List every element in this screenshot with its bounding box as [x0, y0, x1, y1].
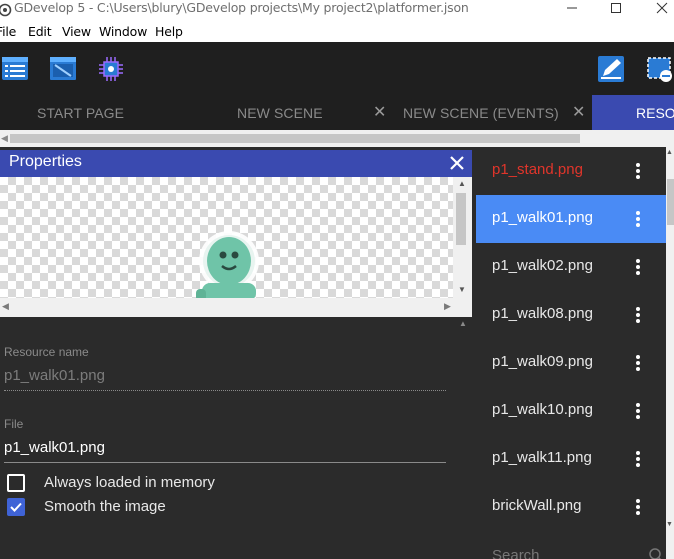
resource-item-name: p1_walk01.png: [492, 209, 593, 226]
properties-title: Properties: [9, 153, 82, 170]
resource-item-name: p1_walk10.png: [492, 401, 593, 418]
resource-item-name: p1_stand.png: [492, 161, 583, 178]
properties-scroll-up-icon[interactable]: ▲: [459, 319, 467, 328]
menu-file[interactable]: File: [0, 24, 16, 39]
instances-icon: [647, 57, 672, 82]
preview-scroll-right-icon[interactable]: ▶: [444, 301, 451, 312]
resource-name-label: Resource name: [4, 345, 89, 359]
list-item[interactable]: p1_walk10.png: [476, 387, 666, 435]
project-manager-icon: [2, 57, 28, 80]
project-manager-button[interactable]: [1, 54, 31, 84]
smooth-image-checkbox[interactable]: [7, 498, 25, 516]
more-options-icon[interactable]: [631, 449, 645, 469]
minimize-button[interactable]: [550, 0, 594, 16]
list-item[interactable]: p1_walk02.png: [476, 243, 666, 291]
scene-editor-button[interactable]: [49, 54, 79, 84]
resource-fields: Resource name p1_walk01.png File p1_walk…: [0, 317, 454, 559]
more-options-icon[interactable]: [631, 257, 645, 277]
smooth-image-label[interactable]: Smooth the image: [44, 498, 166, 515]
more-options-icon[interactable]: [631, 209, 645, 229]
file-underline: [4, 462, 446, 463]
title-bar: GDevelop 5 - C:\Users\blury\GDevelop pro…: [0, 0, 674, 22]
properties-panel: Properties ▲ ▼ ◀ ▶ Resource name p1_walk…: [0, 147, 472, 559]
close-tab-events-icon[interactable]: ✕: [572, 95, 585, 130]
resources-scroll-down-icon[interactable]: ▼: [666, 521, 673, 528]
close-properties-icon[interactable]: [446, 152, 468, 174]
image-preview: ▲ ▼ ◀ ▶: [0, 177, 472, 317]
menu-bar: File Edit View Window Help: [0, 22, 674, 42]
debugger-button[interactable]: [96, 54, 126, 84]
more-options-icon[interactable]: [631, 161, 645, 181]
search-input[interactable]: Search: [492, 547, 540, 559]
preview-scroll-left-icon[interactable]: ◀: [2, 301, 9, 312]
list-item[interactable]: p1_walk11.png: [476, 435, 666, 483]
close-tab-new-scene-icon[interactable]: ✕: [373, 95, 386, 130]
window-title: GDevelop 5 - C:\Users\blury\GDevelop pro…: [14, 0, 469, 15]
scene-editor-icon: [50, 57, 76, 80]
preview-canvas[interactable]: [0, 177, 453, 298]
list-item[interactable]: p1_walk08.png: [476, 291, 666, 339]
properties-header: Properties: [0, 150, 472, 177]
resource-name-underline: [4, 390, 446, 391]
menu-help[interactable]: Help: [155, 24, 183, 39]
resource-item-name: p1_walk08.png: [492, 305, 593, 322]
close-icon: [656, 2, 668, 14]
preview-vertical-scrollbar-thumb[interactable]: [456, 193, 466, 245]
always-loaded-label[interactable]: Always loaded in memory: [44, 474, 215, 491]
more-options-icon[interactable]: [631, 401, 645, 421]
tab-start-page[interactable]: START PAGE: [37, 95, 124, 130]
menu-window[interactable]: Window: [99, 24, 147, 39]
list-item[interactable]: p1_walk09.png: [476, 339, 666, 387]
minimize-icon: [567, 7, 577, 9]
close-window-button[interactable]: [640, 0, 674, 16]
maximize-icon: [611, 3, 621, 13]
resources-list: p1_stand.png p1_walk01.png p1_walk02.png…: [476, 147, 666, 559]
tabs-horizontal-scrollbar[interactable]: ◀: [0, 130, 674, 147]
resources-scroll-up-icon[interactable]: ▲: [666, 149, 673, 156]
tab-resources-label: RESO: [636, 105, 674, 121]
preview-scroll-down-icon[interactable]: ▼: [458, 285, 466, 294]
resource-item-name: p1_walk02.png: [492, 257, 593, 274]
menu-edit[interactable]: Edit: [28, 24, 52, 39]
resources-scrollbar-thumb[interactable]: [667, 179, 674, 225]
checkmark-icon: [10, 502, 22, 512]
gdevelop-app-icon: [0, 3, 12, 17]
resource-item-name: p1_walk11.png: [492, 449, 592, 466]
debugger-icon: [99, 57, 123, 81]
more-options-icon[interactable]: [631, 305, 645, 325]
tab-resources[interactable]: RESO: [592, 95, 674, 130]
scroll-left-arrow-icon[interactable]: ◀: [1, 133, 8, 144]
list-item[interactable]: p1_stand.png: [476, 147, 666, 195]
maximize-button[interactable]: [594, 0, 638, 16]
resources-vertical-scrollbar[interactable]: ▲ ▼: [666, 147, 674, 559]
more-options-icon[interactable]: [631, 353, 645, 373]
list-item[interactable]: brickWall.png: [476, 483, 666, 531]
scrollbar-thumb[interactable]: [10, 134, 580, 143]
tab-new-scene[interactable]: NEW SCENE: [237, 95, 323, 130]
menu-view[interactable]: View: [62, 24, 91, 39]
main-toolbar: [0, 42, 674, 95]
search-icon[interactable]: [648, 547, 664, 559]
file-label: File: [4, 417, 24, 431]
properties-vertical-scrollbar[interactable]: ▲: [456, 317, 472, 559]
instances-button[interactable]: [644, 54, 674, 84]
resource-name-field: p1_walk01.png: [4, 367, 105, 384]
resource-item-name: brickWall.png: [492, 497, 582, 514]
edit-object-icon: [598, 56, 624, 82]
edit-object-button[interactable]: [597, 54, 627, 84]
list-item[interactable]: p1_walk01.png: [476, 195, 666, 243]
preview-scroll-up-icon[interactable]: ▲: [458, 179, 466, 188]
file-field[interactable]: p1_walk01.png: [4, 439, 105, 456]
editor-tabs: START PAGE NEW SCENE ✕ NEW SCENE (EVENTS…: [0, 95, 674, 130]
more-options-icon[interactable]: [631, 497, 645, 517]
player-sprite-image: [196, 231, 259, 298]
resource-item-name: p1_walk09.png: [492, 353, 593, 370]
always-loaded-checkbox[interactable]: [7, 474, 25, 492]
tab-new-scene-events[interactable]: NEW SCENE (EVENTS): [403, 95, 559, 130]
